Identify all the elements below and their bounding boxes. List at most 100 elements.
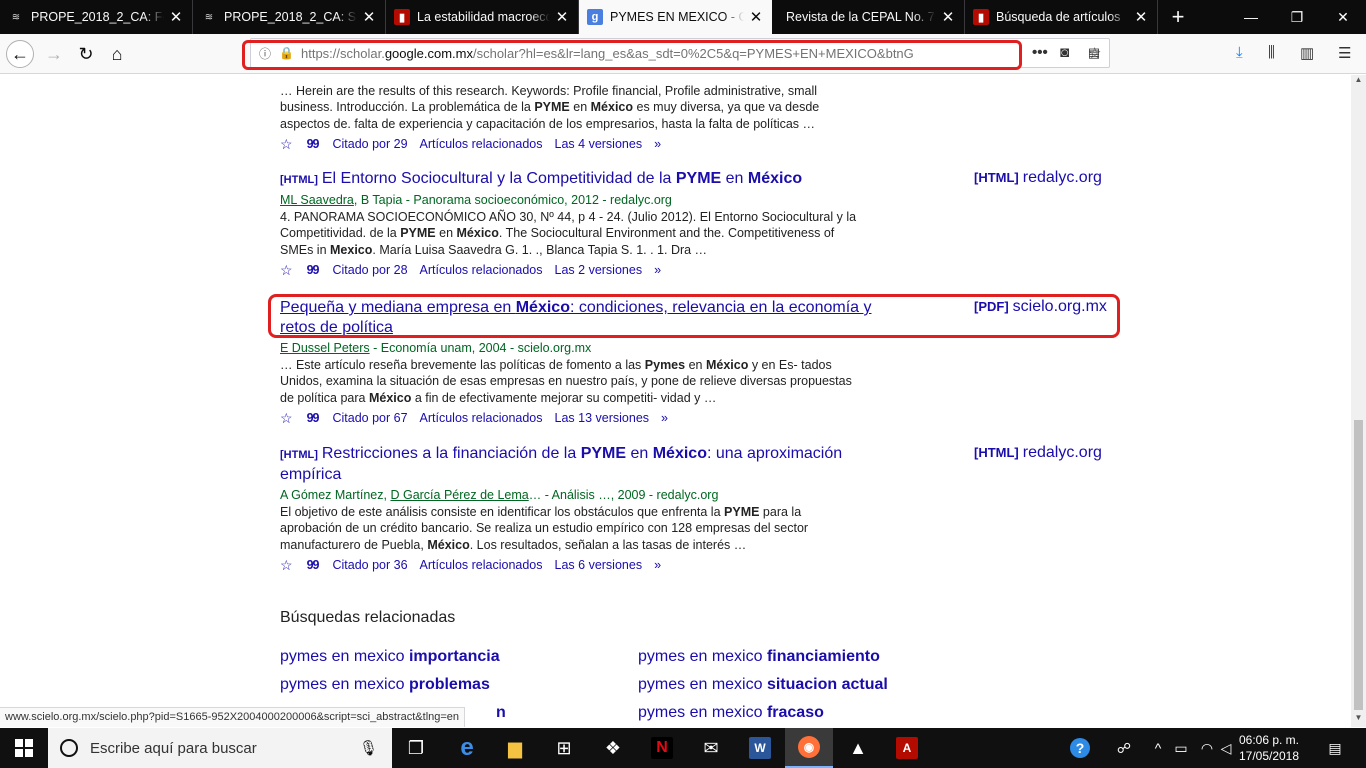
minimize-icon[interactable]: — bbox=[1228, 0, 1274, 34]
related-search-partial[interactable]: n bbox=[496, 704, 506, 722]
tab-prope-s5[interactable]: ≋ PROPE_2018_2_CA: S5. A ✕ bbox=[193, 0, 386, 34]
word-icon[interactable]: W bbox=[736, 728, 784, 768]
more-chevron-icon[interactable]: » bbox=[654, 556, 661, 574]
close-icon[interactable]: ✕ bbox=[361, 8, 377, 26]
bookmark-star-icon[interactable]: ☆ bbox=[1088, 44, 1101, 62]
home-icon[interactable]: ⌂ bbox=[103, 40, 131, 68]
related-search-situacion-actual[interactable]: pymes en mexico situacion actual bbox=[638, 676, 888, 694]
format-tag: [HTML] bbox=[280, 449, 318, 461]
more-chevron-icon[interactable]: » bbox=[654, 261, 661, 279]
photos-icon[interactable]: ▲ bbox=[834, 728, 882, 768]
scrollbar-thumb[interactable] bbox=[1354, 420, 1363, 710]
tab-title: Búsqueda de artículos bbox=[996, 10, 1121, 24]
tab-title: La estabilidad macroeconómica bbox=[417, 10, 550, 24]
result-actions: ☆ 99 Citado por 36 Artículos relacionado… bbox=[280, 556, 1351, 574]
scroll-up-arrow-icon[interactable]: ▲ bbox=[1351, 75, 1366, 89]
author-link[interactable]: D García Pérez de Lema bbox=[390, 488, 528, 502]
download-icon[interactable]: ⤓ bbox=[1236, 44, 1243, 61]
tab-pymes-scholar[interactable]: g PYMES EN MEXICO - Goo ✕ bbox=[579, 0, 772, 34]
result-authors: A Gómez Martínez, D García Pérez de Lema… bbox=[280, 488, 719, 502]
versions-link[interactable]: Las 13 versiones bbox=[555, 409, 650, 427]
page-scrollbar[interactable]: ▲ ▼ bbox=[1351, 75, 1366, 727]
firefox-icon[interactable]: ◉ bbox=[785, 728, 833, 768]
store-icon[interactable]: ⊞ bbox=[540, 728, 588, 768]
wifi-icon[interactable]: ◠ bbox=[1196, 728, 1218, 768]
tab-estabilidad[interactable]: ▮ La estabilidad macroeconómica ✕ bbox=[386, 0, 579, 34]
windows-taskbar: Escribe aquí para buscar 🎙 ❐ e ▆ ⊞ ❖ N ✉… bbox=[0, 728, 1366, 768]
related-articles-link[interactable]: Artículos relacionados bbox=[420, 261, 543, 279]
author-link[interactable]: ML Saavedra bbox=[280, 193, 354, 207]
related-articles-link[interactable]: Artículos relacionados bbox=[420, 135, 543, 153]
people-icon[interactable]: ☍ bbox=[1110, 728, 1138, 768]
related-articles-link[interactable]: Artículos relacionados bbox=[420, 556, 543, 574]
back-arrow-icon[interactable]: ← bbox=[6, 40, 34, 68]
side-source-link[interactable]: [HTML] redalyc.org bbox=[974, 444, 1102, 462]
file-explorer-icon[interactable]: ▆ bbox=[491, 728, 539, 768]
cited-by-link[interactable]: Citado por 67 bbox=[332, 409, 407, 427]
close-icon[interactable]: ✕ bbox=[748, 8, 764, 26]
cited-by-link[interactable]: Citado por 28 bbox=[332, 261, 407, 279]
save-star-icon[interactable]: ☆ bbox=[280, 135, 293, 153]
microphone-icon[interactable]: 🎙 bbox=[359, 739, 378, 757]
cite-quote-icon[interactable]: 99 bbox=[307, 556, 320, 574]
forward-arrow-icon[interactable]: → bbox=[40, 40, 68, 68]
netflix-icon[interactable]: N bbox=[638, 728, 686, 768]
tab-cepal[interactable]: Revista de la CEPAL No. 79, M ✕ bbox=[772, 0, 965, 34]
dropbox-icon[interactable]: ❖ bbox=[589, 728, 637, 768]
close-window-icon[interactable]: ✕ bbox=[1320, 0, 1366, 34]
save-star-icon[interactable]: ☆ bbox=[280, 556, 293, 574]
tab-prope-foro[interactable]: ≋ PROPE_2018_2_CA: Foro ✕ bbox=[0, 0, 193, 34]
cite-quote-icon[interactable]: 99 bbox=[307, 135, 320, 153]
result-title-link[interactable]: [HTML] Restricciones a la financiación de… bbox=[280, 444, 880, 485]
clock-date: 17/05/2018 bbox=[1238, 749, 1300, 763]
acrobat-icon[interactable]: A bbox=[883, 728, 931, 768]
cited-by-link[interactable]: Citado por 29 bbox=[332, 135, 407, 153]
close-icon[interactable]: ✕ bbox=[554, 8, 570, 26]
author-link[interactable]: E Dussel Peters bbox=[280, 341, 370, 355]
sidebar-icon[interactable]: ▥ bbox=[1300, 44, 1314, 62]
show-hidden-icons-chevron-icon[interactable]: ^ bbox=[1148, 728, 1168, 768]
start-button[interactable] bbox=[0, 728, 48, 768]
battery-icon[interactable]: ▭ bbox=[1170, 728, 1192, 768]
related-search-problemas[interactable]: pymes en mexico problemas bbox=[280, 676, 490, 694]
more-actions-icon[interactable]: ••• bbox=[1032, 44, 1048, 61]
result-actions: ☆ 99 Citado por 67 Artículos relacionado… bbox=[280, 409, 1351, 427]
new-tab-button[interactable]: + bbox=[1158, 0, 1198, 34]
versions-link[interactable]: Las 4 versiones bbox=[555, 135, 643, 153]
result-title-link[interactable]: [HTML] El Entorno Sociocultural y la Comp… bbox=[280, 169, 880, 190]
tab-busqueda[interactable]: ▮ Búsqueda de artículos ✕ bbox=[965, 0, 1158, 34]
related-search-fracaso[interactable]: pymes en mexico fracaso bbox=[638, 704, 824, 722]
edge-icon[interactable]: e bbox=[443, 728, 491, 768]
side-source-link[interactable]: [HTML] redalyc.org bbox=[974, 169, 1102, 187]
cited-by-link[interactable]: Citado por 36 bbox=[332, 556, 407, 574]
related-articles-link[interactable]: Artículos relacionados bbox=[420, 409, 543, 427]
save-star-icon[interactable]: ☆ bbox=[280, 409, 293, 427]
pocket-icon[interactable]: ◙ bbox=[1060, 44, 1069, 61]
more-chevron-icon[interactable]: » bbox=[661, 409, 668, 427]
help-icon[interactable]: ? bbox=[1066, 728, 1094, 768]
related-search-financiamiento[interactable]: pymes en mexico financiamiento bbox=[638, 648, 880, 666]
cite-quote-icon[interactable]: 99 bbox=[307, 261, 320, 279]
versions-link[interactable]: Las 2 versiones bbox=[555, 261, 643, 279]
tab-bar: ≋ PROPE_2018_2_CA: Foro ✕ ≋ PROPE_2018_2… bbox=[0, 0, 1366, 34]
task-view-icon[interactable]: ❐ bbox=[392, 728, 440, 768]
related-search-importancia[interactable]: pymes en mexico importancia bbox=[280, 648, 500, 666]
reload-icon[interactable]: ↻ bbox=[72, 40, 100, 68]
cite-quote-icon[interactable]: 99 bbox=[307, 409, 320, 427]
versions-link[interactable]: Las 6 versiones bbox=[555, 556, 643, 574]
tab-title: Revista de la CEPAL No. 79, M bbox=[786, 10, 936, 24]
menu-icon[interactable]: ☰ bbox=[1338, 44, 1351, 62]
save-star-icon[interactable]: ☆ bbox=[280, 261, 293, 279]
mail-icon[interactable]: ✉ bbox=[687, 728, 735, 768]
notifications-icon[interactable]: ▤ bbox=[1320, 728, 1350, 768]
close-icon[interactable]: ✕ bbox=[940, 8, 956, 26]
close-icon[interactable]: ✕ bbox=[1133, 8, 1149, 26]
close-icon[interactable]: ✕ bbox=[168, 8, 184, 26]
more-chevron-icon[interactable]: » bbox=[654, 135, 661, 153]
taskbar-clock[interactable]: 06:06 p. m. 17/05/2018 bbox=[1232, 732, 1306, 764]
scroll-down-arrow-icon[interactable]: ▼ bbox=[1351, 713, 1366, 727]
taskbar-search[interactable]: Escribe aquí para buscar 🎙 bbox=[48, 728, 392, 768]
library-icon[interactable]: ⫼ bbox=[1268, 44, 1275, 61]
maximize-icon[interactable]: ❐ bbox=[1274, 0, 1320, 34]
cortana-icon bbox=[60, 739, 78, 757]
